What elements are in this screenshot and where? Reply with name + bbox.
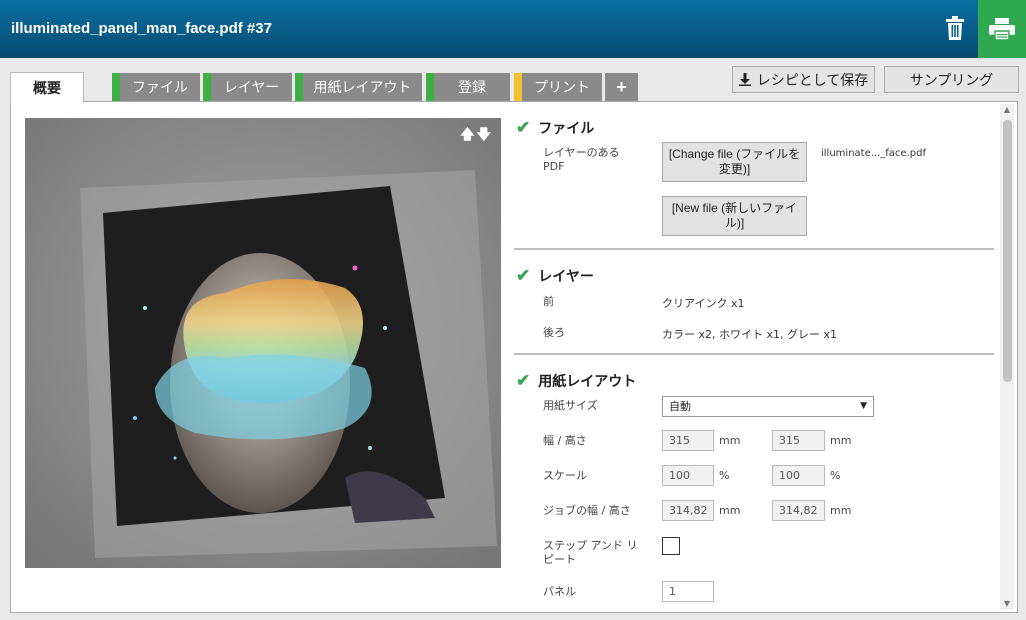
tab-registration-label: 登録 — [458, 79, 486, 95]
paper-layout-section-label: 用紙レイアウト — [538, 373, 637, 389]
new-file-label: [New file (新しいファイル)] — [671, 201, 798, 230]
sampling-button[interactable]: サンプリング — [884, 66, 1019, 93]
tab-overview-label: 概要 — [33, 80, 61, 96]
print-preview: 🡅🡇 — [25, 118, 501, 568]
panel-label: パネル — [543, 585, 576, 598]
height-input[interactable]: 315 — [772, 430, 825, 451]
width-height-label: 幅 / 高さ — [543, 434, 587, 447]
scale-x-unit: % — [719, 469, 730, 482]
width-input[interactable]: 315 — [662, 430, 714, 451]
layers-section-label: レイヤー — [538, 268, 594, 284]
tab-paper-layout[interactable]: 用紙レイアウト — [295, 73, 422, 101]
tab-registration-status — [426, 73, 434, 101]
panel-input[interactable]: 1 — [662, 581, 714, 602]
tab-layers[interactable]: レイヤー — [203, 73, 292, 101]
document-title: illuminated_panel_man_face.pdf #37 — [11, 20, 272, 37]
scale-y-unit: % — [830, 469, 841, 482]
scrollbar-thumb[interactable] — [1003, 120, 1012, 382]
filename-value: illuminate..._face.pdf — [821, 148, 926, 159]
width-unit: mm — [719, 434, 741, 447]
paper-size-label: 用紙サイズ — [543, 399, 598, 412]
tab-paper-layout-label: 用紙レイアウト — [313, 79, 412, 95]
scale-label: スケール — [543, 469, 587, 482]
print-button[interactable] — [978, 0, 1026, 58]
job-width-unit: mm — [719, 504, 741, 517]
paper-size-select[interactable]: 自動 ▼ — [662, 396, 874, 417]
job-height-unit: mm — [830, 504, 852, 517]
paper-size-value: 自動 — [669, 400, 691, 413]
step-and-repeat-label: ステップ アンド リ ピート — [543, 539, 638, 566]
back-value: カラー x2, ホワイト x1, グレー x1 — [662, 328, 838, 341]
tab-layers-status — [203, 73, 211, 101]
job-width-height-label: ジョブの幅 / 高さ — [543, 504, 631, 517]
add-tab-button[interactable]: + — [605, 73, 638, 101]
tab-print[interactable]: プリント — [514, 73, 602, 101]
scale-y-input[interactable]: 100 — [772, 465, 825, 486]
download-icon — [738, 73, 751, 86]
sampling-label: サンプリング — [909, 71, 994, 88]
tab-print-label: プリント — [534, 79, 590, 95]
change-file-button[interactable]: [Change file (ファイルを変更)] — [662, 142, 807, 182]
trash-icon — [946, 16, 964, 40]
back-label: 後ろ — [543, 326, 565, 339]
job-width-input[interactable]: 314,82 — [662, 500, 714, 521]
section-divider — [514, 353, 994, 355]
file-section-label: ファイル — [538, 120, 595, 136]
paper-layout-section-title: ✔ 用紙レイアウト — [516, 371, 636, 391]
tab-overview[interactable]: 概要 — [10, 72, 84, 103]
front-value: クリアインク x1 — [662, 297, 745, 310]
plus-icon: + — [616, 76, 627, 97]
tab-paper-layout-status — [295, 73, 303, 101]
tab-file-status — [112, 73, 120, 101]
check-icon: ✔ — [516, 371, 531, 390]
layered-pdf-label: レイヤーのある PDF — [543, 146, 620, 173]
scale-x-input[interactable]: 100 — [662, 465, 714, 486]
app-header: illuminated_panel_man_face.pdf #37 — [0, 0, 1026, 58]
front-label: 前 — [543, 295, 554, 308]
height-unit: mm — [830, 434, 852, 447]
layers-section-title: ✔ レイヤー — [516, 266, 594, 286]
overview-panel: 🡅🡇 ✔ ファイル レイヤーのある PDF [Change file (ファイル… — [10, 101, 1018, 613]
tab-print-status — [514, 73, 522, 101]
job-height-input[interactable]: 314,82 — [772, 500, 825, 521]
scroll-up-icon[interactable]: ▲ — [1000, 104, 1014, 116]
file-section-title: ✔ ファイル — [516, 118, 594, 138]
save-as-recipe-label: レシピとして保存 — [756, 71, 869, 88]
tab-file[interactable]: ファイル — [112, 73, 200, 101]
reorder-arrows-icon[interactable]: 🡅🡇 — [460, 124, 493, 148]
save-as-recipe-button[interactable]: レシピとして保存 — [732, 66, 875, 93]
printer-icon — [989, 18, 1015, 40]
step-and-repeat-checkbox[interactable] — [662, 537, 680, 555]
tab-file-label: ファイル — [132, 79, 188, 95]
vertical-scrollbar[interactable]: ▲ ▼ — [1000, 104, 1014, 610]
section-divider — [514, 248, 994, 250]
tab-registration[interactable]: 登録 — [426, 73, 510, 101]
preview-image — [25, 118, 501, 568]
check-icon: ✔ — [516, 118, 531, 137]
check-icon: ✔ — [516, 266, 531, 285]
delete-button[interactable] — [936, 10, 974, 46]
tab-layers-label: レイヤー — [223, 79, 280, 95]
scroll-down-icon[interactable]: ▼ — [1000, 598, 1014, 610]
new-file-button[interactable]: [New file (新しいファイル)] — [662, 196, 807, 236]
chevron-down-icon: ▼ — [860, 401, 867, 411]
